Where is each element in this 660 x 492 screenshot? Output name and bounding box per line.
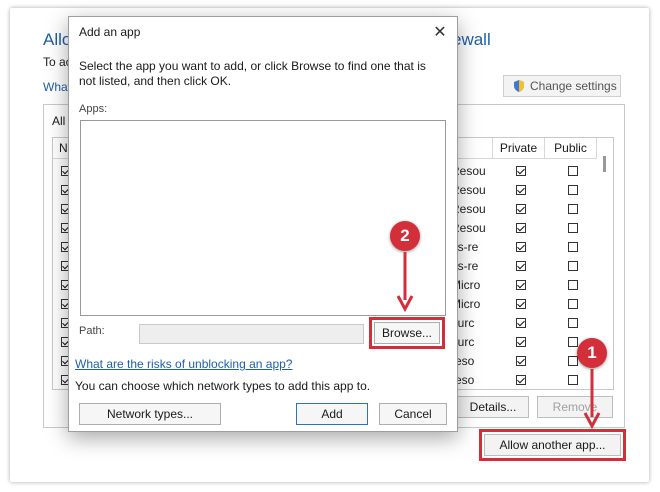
step-2-badge: 2 xyxy=(390,221,420,251)
public-checkbox[interactable] xyxy=(568,242,578,252)
dialog-title: Add an app xyxy=(79,25,141,39)
allow-another-app-button[interactable]: Allow another app... xyxy=(479,429,626,461)
path-field[interactable] xyxy=(139,324,364,344)
public-checkbox[interactable] xyxy=(568,185,578,195)
public-checkbox[interactable] xyxy=(568,223,578,233)
column-header-public[interactable]: Public xyxy=(545,138,597,159)
public-checkbox[interactable] xyxy=(568,356,578,366)
path-label: Path: xyxy=(79,325,105,337)
private-checkbox[interactable] xyxy=(516,299,526,309)
allowed-apps-label: All xyxy=(52,114,66,128)
private-checkbox[interactable] xyxy=(516,280,526,290)
add-button[interactable]: Add xyxy=(296,403,368,425)
details-button[interactable]: Details... xyxy=(457,396,529,418)
public-checkbox[interactable] xyxy=(568,280,578,290)
apps-label: Apps: xyxy=(79,103,108,115)
public-checkbox[interactable] xyxy=(568,261,578,271)
network-types-button[interactable]: Network types... xyxy=(79,403,221,425)
public-checkbox[interactable] xyxy=(568,318,578,328)
public-checkbox[interactable] xyxy=(568,375,578,385)
private-checkbox[interactable] xyxy=(516,337,526,347)
change-settings-label: Change settings xyxy=(530,79,617,93)
browse-button[interactable]: Browse... xyxy=(369,317,445,349)
change-settings-button[interactable]: Change settings xyxy=(503,75,621,97)
private-checkbox[interactable] xyxy=(516,185,526,195)
private-checkbox[interactable] xyxy=(516,242,526,252)
step-1-badge: 1 xyxy=(577,338,607,368)
cancel-button[interactable]: Cancel xyxy=(379,403,447,425)
network-types-text: You can choose which network types to ad… xyxy=(75,379,371,393)
step-1-arrow-icon xyxy=(583,369,601,429)
dialog-description: Select the app you want to add, or click… xyxy=(79,59,426,88)
private-checkbox[interactable] xyxy=(516,375,526,385)
private-checkbox[interactable] xyxy=(516,166,526,176)
public-checkbox[interactable] xyxy=(568,166,578,176)
private-checkbox[interactable] xyxy=(516,204,526,214)
step-2-arrow-icon xyxy=(396,252,414,312)
public-checkbox[interactable] xyxy=(568,299,578,309)
apps-listbox[interactable] xyxy=(80,120,446,316)
help-link[interactable]: What xyxy=(43,80,71,94)
close-icon[interactable]: ✕ xyxy=(429,21,451,43)
private-checkbox[interactable] xyxy=(516,356,526,366)
column-header-private[interactable]: Private xyxy=(493,138,545,159)
uac-shield-icon xyxy=(514,80,524,92)
public-checkbox[interactable] xyxy=(568,204,578,214)
private-checkbox[interactable] xyxy=(516,318,526,328)
private-checkbox[interactable] xyxy=(516,223,526,233)
risks-link[interactable]: What are the risks of unblocking an app? xyxy=(75,357,292,371)
public-checkbox[interactable] xyxy=(568,337,578,347)
private-checkbox[interactable] xyxy=(516,261,526,271)
